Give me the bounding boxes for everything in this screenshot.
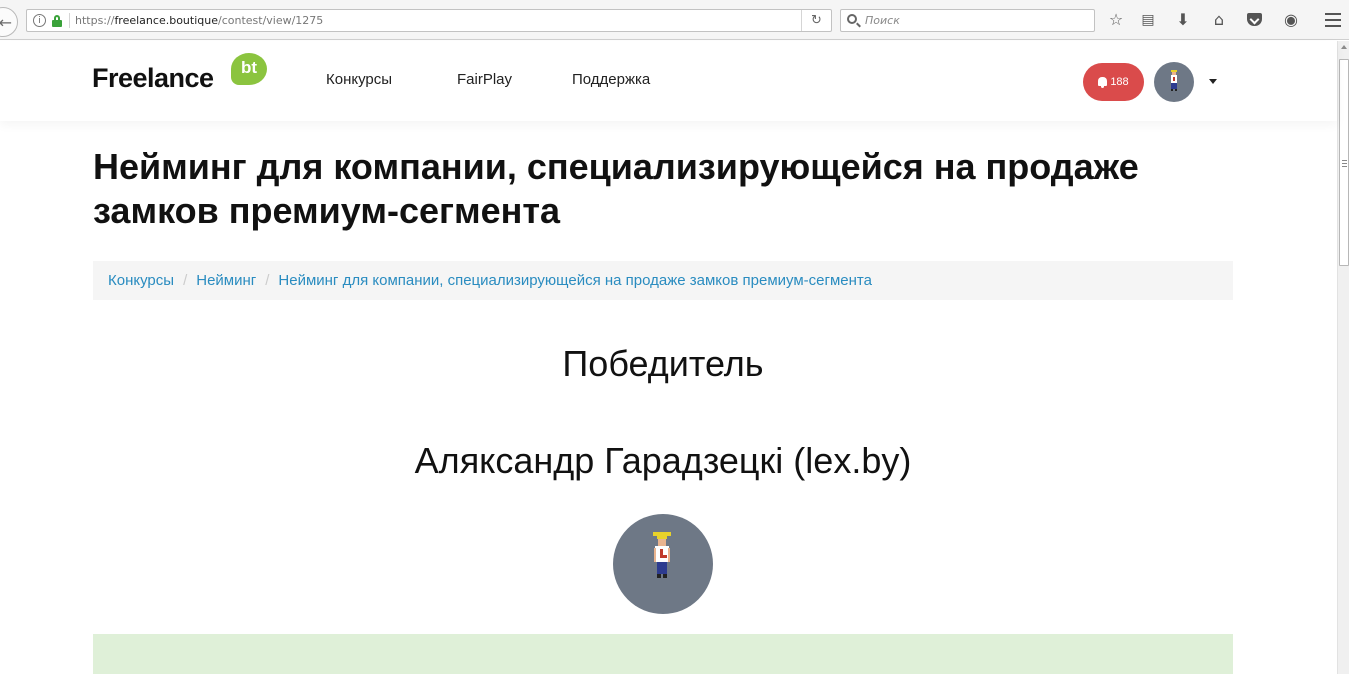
scroll-thumb[interactable] xyxy=(1339,59,1349,266)
winner-heading: Победитель xyxy=(562,343,764,384)
winner-panel xyxy=(93,634,1233,674)
winner-avatar[interactable] xyxy=(613,514,713,614)
browser-search-input[interactable]: Поиск xyxy=(840,9,1095,32)
breadcrumb-item-contests[interactable]: Конкурсы xyxy=(108,272,174,289)
page-title: Нейминг для компании, специализирующейся… xyxy=(93,146,1139,231)
breadcrumb-separator: / xyxy=(183,272,188,289)
reload-icon[interactable]: ↻ xyxy=(801,10,831,31)
search-placeholder: Поиск xyxy=(865,14,900,27)
logo-badge[interactable]: bt xyxy=(231,53,267,85)
extension-globe-icon[interactable]: ◉ xyxy=(1280,10,1302,30)
breadcrumb: Конкурсы / Нейминг / Нейминг для компании, с… xyxy=(93,261,1233,300)
bell-icon xyxy=(1098,77,1108,88)
address-bar[interactable]: i https://freelance.boutique/contest/vie… xyxy=(26,9,832,32)
search-icon xyxy=(847,14,857,24)
menu-icon[interactable] xyxy=(1325,13,1341,27)
notifications-count: 188 xyxy=(1110,76,1129,88)
winner-name[interactable]: Аляксандр Гарадзецкі (lex.by) xyxy=(93,440,1233,482)
pocket-icon[interactable] xyxy=(1247,13,1262,26)
bookmarks-list-icon[interactable]: ▤ xyxy=(1137,10,1159,30)
breadcrumb-item-naming[interactable]: Нейминг xyxy=(196,272,256,289)
breadcrumb-separator: / xyxy=(265,272,270,289)
notifications-button[interactable]: 188 xyxy=(1083,63,1144,101)
chevron-down-icon[interactable] xyxy=(1209,79,1217,84)
back-button[interactable]: ← xyxy=(0,7,18,37)
browser-toolbar: ← i https://freelance.boutique/contest/v… xyxy=(0,0,1349,40)
page-scrollbar[interactable] xyxy=(1337,41,1349,674)
info-icon[interactable]: i xyxy=(33,14,46,27)
url-divider xyxy=(69,13,70,28)
home-icon[interactable]: ⌂ xyxy=(1208,10,1230,30)
site-header: Freelance bt Конкурсы FairPlay Поддержка… xyxy=(0,41,1337,121)
scroll-up-arrow-icon[interactable] xyxy=(1341,45,1347,49)
lock-icon xyxy=(52,15,62,27)
nav-support[interactable]: Поддержка xyxy=(572,71,650,88)
url-text[interactable]: https://freelance.boutique/contest/view/… xyxy=(75,14,323,27)
back-arrow-icon: ← xyxy=(0,13,12,32)
scroll-grip-icon xyxy=(1342,160,1347,169)
nav-contests[interactable]: Конкурсы xyxy=(326,71,392,88)
bookmark-star-icon[interactable]: ☆ xyxy=(1105,10,1127,30)
downloads-icon[interactable]: ⬇ xyxy=(1172,10,1194,30)
breadcrumb-item-current[interactable]: Нейминг для компании, специализирующейся… xyxy=(278,272,872,289)
nav-fairplay[interactable]: FairPlay xyxy=(457,71,512,88)
user-avatar[interactable] xyxy=(1154,62,1194,102)
logo[interactable]: Freelance xyxy=(92,63,214,94)
